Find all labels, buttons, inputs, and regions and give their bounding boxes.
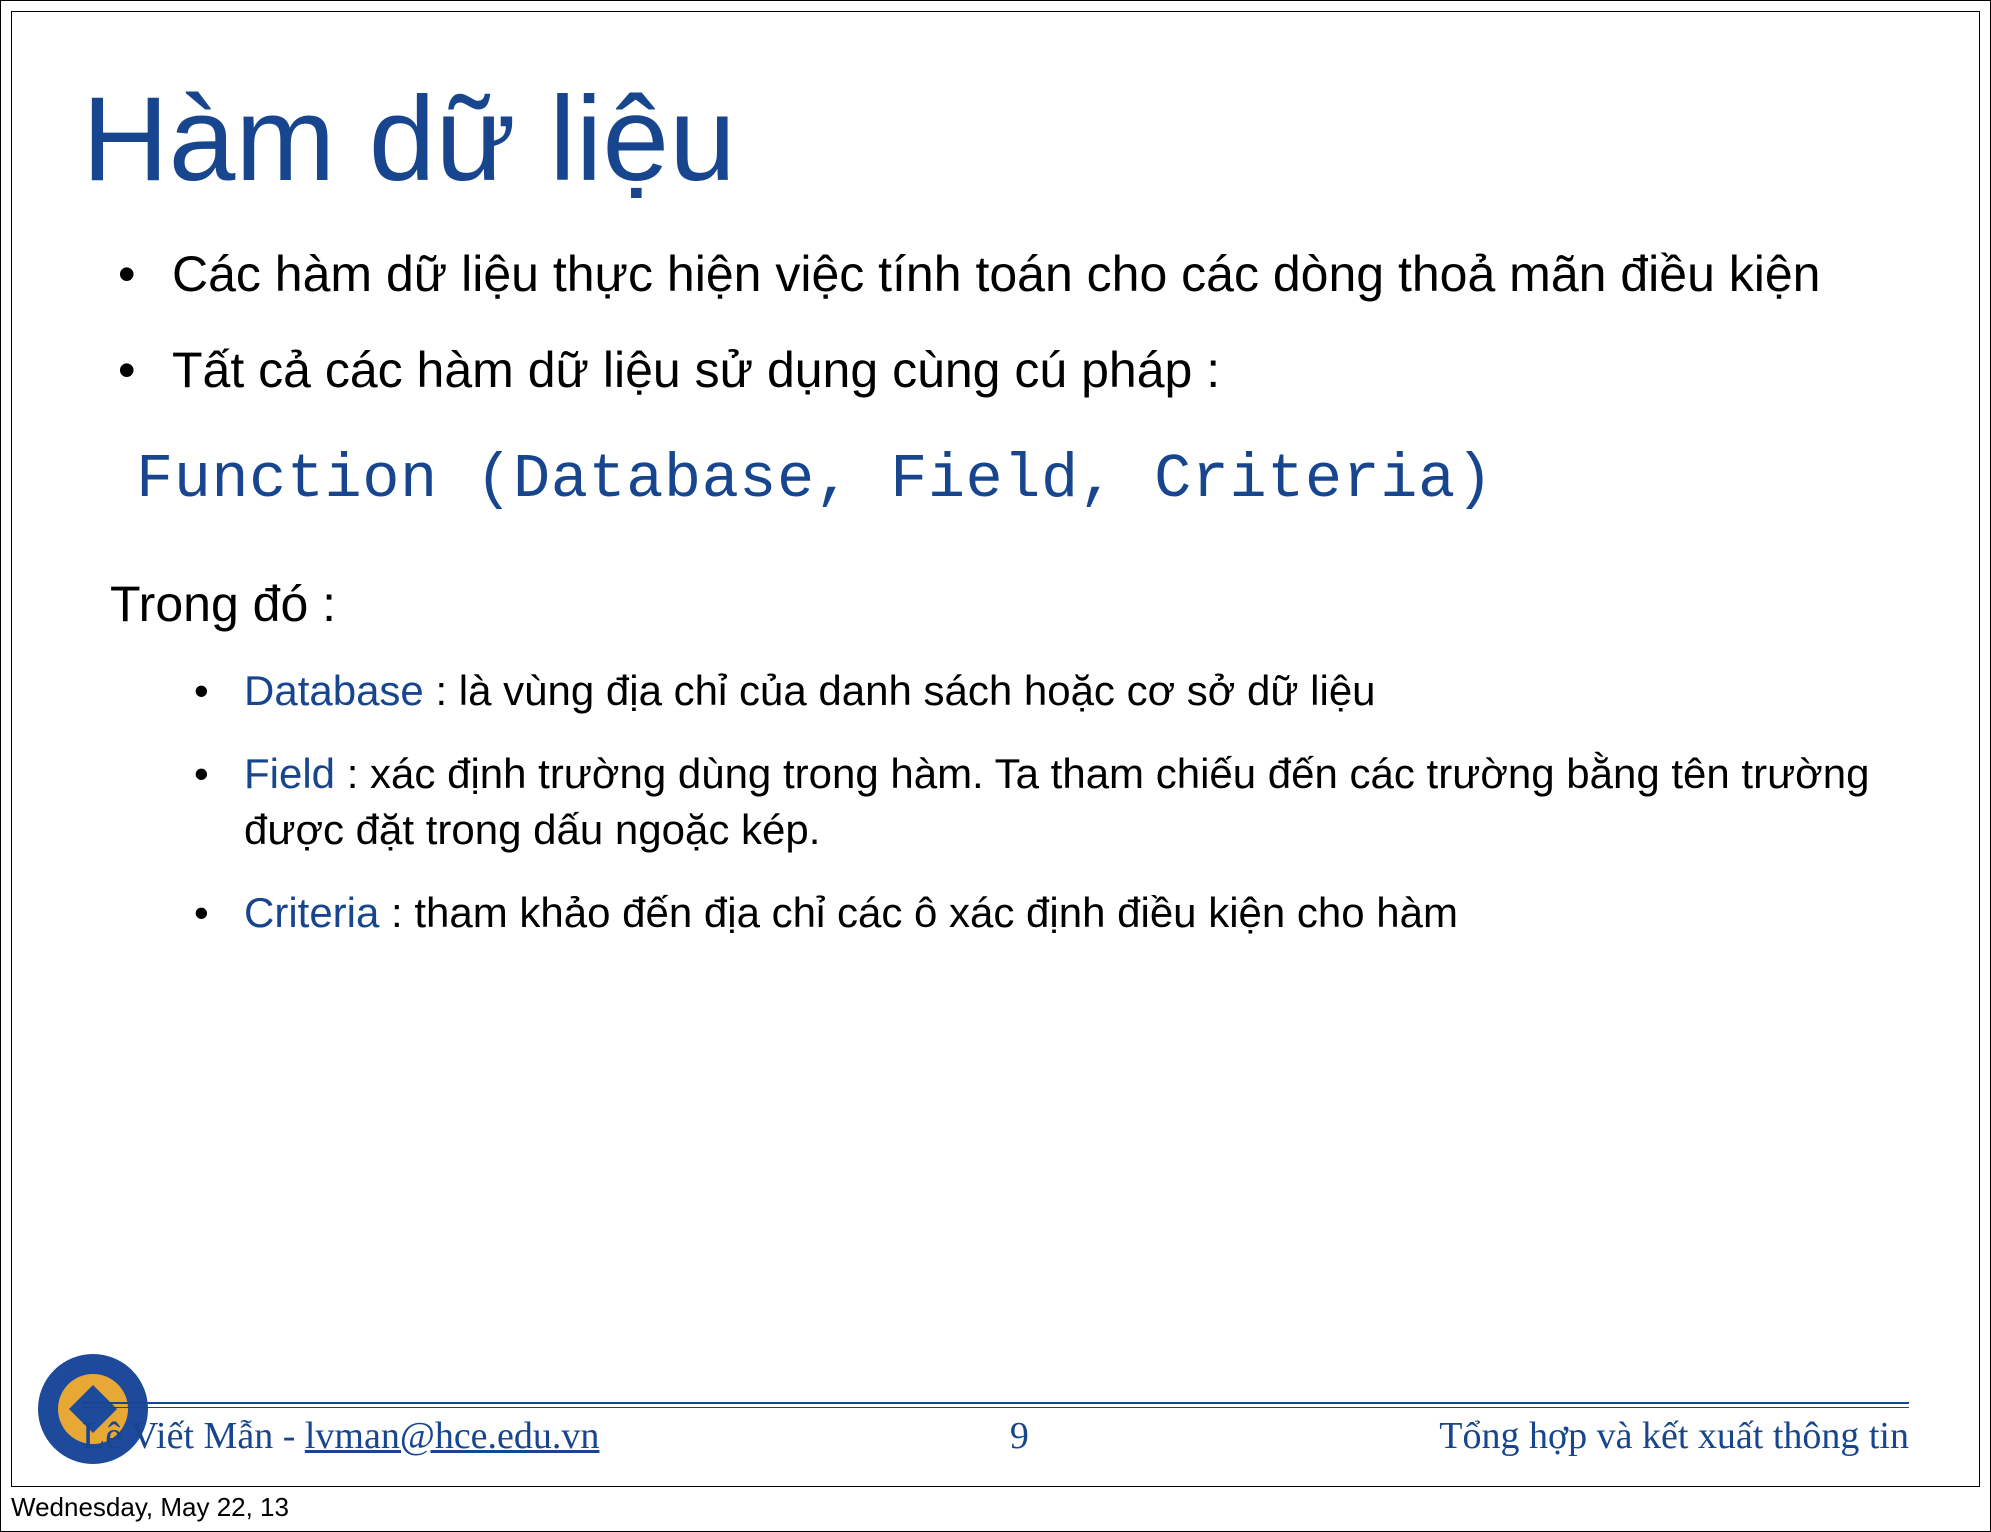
footer-subject: Tổng hợp và kết xuất thông tin: [1439, 1414, 1909, 1458]
param-text: : là vùng địa chỉ của danh sách hoặc cơ …: [424, 667, 1376, 714]
bullet-item: Tất cả các hàm dữ liệu sử dụng cùng cú p…: [172, 338, 1909, 402]
footer-row: Lê Viết Mẫn - lvman@hce.edu.vn 9 Tổng hợ…: [82, 1408, 1909, 1458]
param-text: : xác định trường dùng trong hàm. Ta tha…: [244, 750, 1869, 854]
param-keyword: Field: [244, 750, 335, 797]
main-bullet-list: Các hàm dữ liệu thực hiện việc tính toán…: [82, 242, 1909, 402]
param-keyword: Database: [244, 667, 424, 714]
param-item: Field : xác định trường dùng trong hàm. …: [244, 746, 1909, 859]
page: Hàm dữ liệu Các hàm dữ liệu thực hiện vi…: [0, 0, 1991, 1532]
param-list: Database : là vùng địa chỉ của danh sách…: [82, 663, 1909, 942]
param-text: : tham khảo đến địa chỉ các ô xác định đ…: [379, 889, 1458, 936]
subsection-label: Trong đó :: [110, 575, 1909, 633]
page-number: 9: [1010, 1414, 1029, 1458]
slide: Hàm dữ liệu Các hàm dữ liệu thực hiện vi…: [11, 11, 1980, 1487]
author-email: lvman@hce.edu.vn: [305, 1415, 600, 1457]
author: Lê Viết Mẫn - lvman@hce.edu.vn: [82, 1414, 599, 1458]
param-item: Database : là vùng địa chỉ của danh sách…: [244, 663, 1909, 720]
export-date: Wednesday, May 22, 13: [11, 1492, 289, 1523]
slide-footer: Lê Viết Mẫn - lvman@hce.edu.vn 9 Tổng hợ…: [82, 1402, 1909, 1458]
param-keyword: Criteria: [244, 889, 379, 936]
param-item: Criteria : tham khảo đến địa chỉ các ô x…: [244, 885, 1909, 942]
code-syntax: Function (Database, Field, Criteria): [136, 444, 1909, 515]
slide-title: Hàm dữ liệu: [82, 70, 1909, 208]
author-name: Lê Viết Mẫn -: [82, 1415, 305, 1457]
bullet-item: Các hàm dữ liệu thực hiện việc tính toán…: [172, 242, 1909, 306]
